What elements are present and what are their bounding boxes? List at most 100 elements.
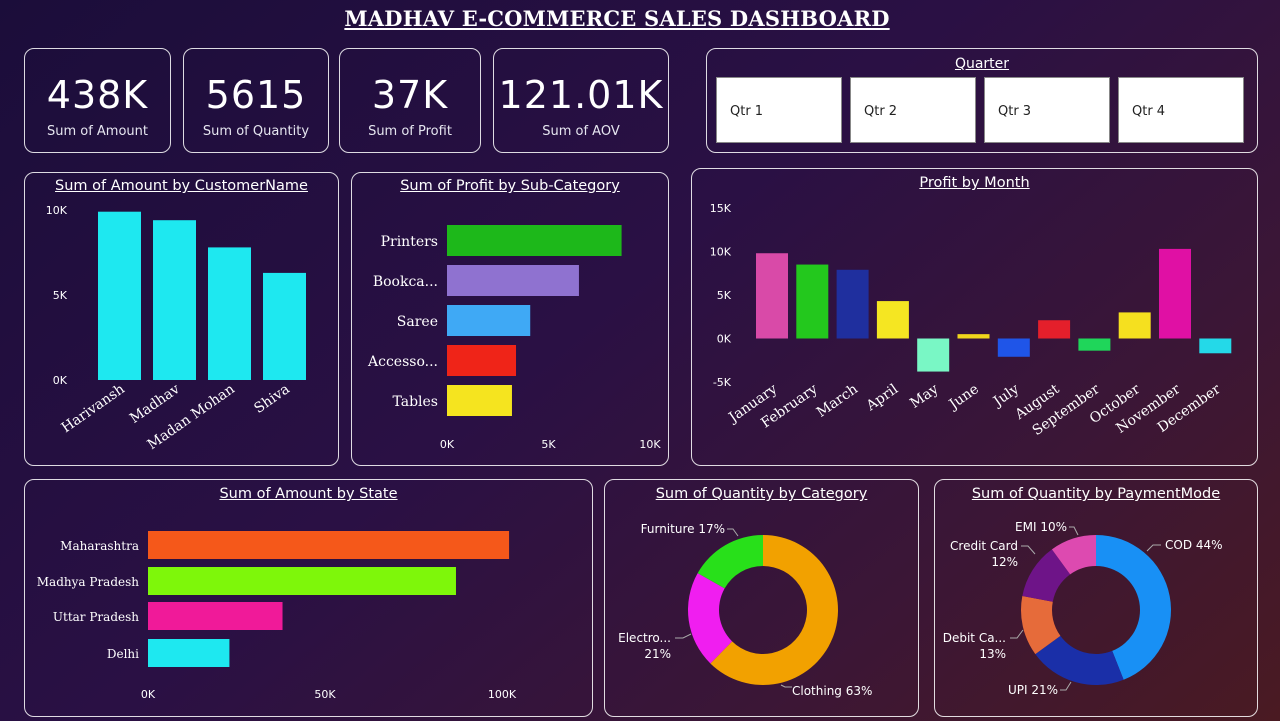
y-tick-label: 10K bbox=[46, 204, 68, 217]
bar bbox=[148, 531, 510, 559]
kpi-value: 5615 bbox=[205, 73, 307, 117]
bar bbox=[208, 247, 251, 380]
slicer-option-qtr2[interactable]: Qtr 2 bbox=[850, 77, 976, 143]
kpi-label: Sum of AOV bbox=[542, 124, 620, 139]
y-tick-label: Maharashtra bbox=[60, 539, 139, 553]
y-tick-label: Bookca... bbox=[373, 274, 438, 290]
slicer-option-qtr3[interactable]: Qtr 3 bbox=[984, 77, 1110, 143]
quarter-slicer: Quarter Qtr 1 Qtr 2 Qtr 3 Qtr 4 bbox=[706, 48, 1258, 153]
customer-amount-panel: Sum of Amount by CustomerName 0K 5K 10K Har… bbox=[24, 172, 339, 466]
y-tick-label: 5K bbox=[53, 289, 68, 302]
leader-line bbox=[1060, 681, 1072, 691]
bar bbox=[447, 345, 517, 376]
x-tick-label: 0K bbox=[440, 438, 455, 451]
bar bbox=[447, 385, 512, 416]
bar bbox=[447, 265, 579, 296]
leader-line bbox=[1010, 629, 1024, 639]
y-tick-label: 10K bbox=[710, 246, 732, 259]
bar bbox=[917, 338, 950, 372]
kpi-card-quantity: 5615 Sum of Quantity bbox=[183, 48, 329, 153]
x-tick-label: Shiva bbox=[251, 381, 292, 417]
bar bbox=[1159, 248, 1191, 339]
customer-amount-chart: 0K5K10KHarivansh MadhavMadan Mohan Shiva bbox=[46, 204, 306, 453]
y-tick-label: 5K bbox=[717, 289, 732, 302]
y-tick-label: Uttar Pradesh bbox=[53, 610, 139, 624]
bar bbox=[957, 334, 990, 339]
y-tick-label: Tables bbox=[392, 394, 438, 410]
leader-line bbox=[675, 633, 692, 639]
kpi-label: Sum of Amount bbox=[46, 124, 149, 139]
kpi-card-profit: 37K Sum of Profit bbox=[339, 48, 481, 153]
payment-quantity-chart: COD 44% UPI 21% Debit Ca... 13% Credit Card 1… bbox=[943, 520, 1223, 697]
kpi-card-amount: 438K Sum of Amount bbox=[24, 48, 171, 153]
slicer-option-qtr4[interactable]: Qtr 4 bbox=[1118, 77, 1244, 143]
kpi-label: Sum of Quantity bbox=[202, 124, 310, 139]
category-quantity-chart: Clothing 63% Electro... 21% Furniture 17% bbox=[618, 522, 872, 698]
x-tick-label: May bbox=[907, 381, 941, 412]
subcategory-profit-chart: Printers Bookca... Saree Accesso... Tables 0K… bbox=[367, 225, 661, 451]
bar bbox=[148, 602, 283, 630]
bar bbox=[836, 269, 869, 339]
slice-label: Furniture 17% bbox=[641, 522, 725, 536]
kpi-value: 438K bbox=[46, 73, 149, 117]
bar bbox=[1078, 338, 1111, 351]
dashboard-title: MADHAV E-COMMERCE SALES DASHBOARD bbox=[344, 6, 890, 31]
slicer-option-qtr1[interactable]: Qtr 1 bbox=[716, 77, 842, 143]
slice-label: COD 44% bbox=[1165, 538, 1223, 552]
y-tick-label: Printers bbox=[381, 234, 438, 250]
slice-label: Debit Ca... 13% bbox=[943, 631, 1006, 661]
bar bbox=[447, 305, 531, 336]
bar bbox=[876, 301, 909, 339]
bar bbox=[756, 253, 788, 339]
bar bbox=[796, 264, 829, 339]
kpi-card-aov: 121.01K Sum of AOV bbox=[493, 48, 669, 153]
payment-quantity-panel: Sum of Quantity by PaymentMode COD 44% UP… bbox=[934, 479, 1258, 717]
x-tick-label: April bbox=[863, 381, 902, 415]
leader-line bbox=[1021, 545, 1036, 555]
bar bbox=[263, 272, 306, 380]
y-tick-label: Delhi bbox=[107, 647, 139, 661]
y-tick-label: -5K bbox=[713, 376, 732, 389]
bar bbox=[1118, 312, 1151, 339]
x-tick-label: 100K bbox=[488, 688, 517, 701]
leader-line bbox=[1146, 544, 1161, 552]
kpi-value: 37K bbox=[371, 73, 449, 117]
bar bbox=[447, 225, 622, 256]
bar bbox=[153, 220, 196, 380]
bar bbox=[1199, 338, 1232, 354]
bar bbox=[98, 211, 141, 380]
x-tick-label: 0K bbox=[141, 688, 156, 701]
category-quantity-panel: Sum of Quantity by Category Clothing 63%… bbox=[604, 479, 919, 717]
slice-label: Clothing 63% bbox=[792, 684, 872, 698]
slice-label: Credit Card 12% bbox=[950, 539, 1018, 569]
month-profit-panel: Profit by Month -5K 0K 5K 10K 15K January Febr… bbox=[691, 168, 1258, 466]
y-tick-label: Madhya Pradesh bbox=[37, 575, 140, 589]
y-tick-label: Saree bbox=[397, 314, 438, 330]
month-profit-chart: -5K0K5K10K15KJanuaryFebruaryMarch April Ma… bbox=[710, 202, 1232, 439]
x-tick-label: 5K bbox=[541, 438, 556, 451]
bar bbox=[1038, 320, 1071, 339]
slice-label: UPI 21% bbox=[1008, 683, 1058, 697]
bar bbox=[148, 567, 456, 595]
leader-line bbox=[727, 528, 739, 537]
x-tick-label: March bbox=[814, 381, 861, 421]
leader-line bbox=[780, 684, 792, 688]
slice-label: EMI 10% bbox=[1015, 520, 1067, 534]
x-tick-label: 10K bbox=[639, 438, 661, 451]
y-tick-label: Accesso... bbox=[367, 354, 438, 370]
y-tick-label: 0K bbox=[53, 374, 68, 387]
state-amount-panel: Sum of Amount by State Maharashtra Madhya… bbox=[24, 479, 593, 717]
x-tick-label: 50K bbox=[314, 688, 336, 701]
slice-label: Electro... 21% bbox=[618, 631, 671, 661]
slicer-title: Quarter bbox=[954, 56, 1010, 72]
bar bbox=[148, 639, 230, 667]
leader-line bbox=[1069, 526, 1079, 536]
bar bbox=[997, 338, 1030, 357]
kpi-value: 121.01K bbox=[498, 73, 664, 117]
subcategory-profit-panel: Sum of Profit by Sub-Category Printers Bo… bbox=[351, 172, 669, 466]
x-tick-label: June bbox=[945, 381, 982, 414]
y-tick-label: 0K bbox=[717, 333, 732, 346]
x-tick-label: Harivansh bbox=[59, 381, 128, 436]
kpi-label: Sum of Profit bbox=[368, 124, 452, 139]
state-amount-chart: Maharashtra Madhya Pradesh Uttar Pradesh De… bbox=[37, 531, 517, 701]
